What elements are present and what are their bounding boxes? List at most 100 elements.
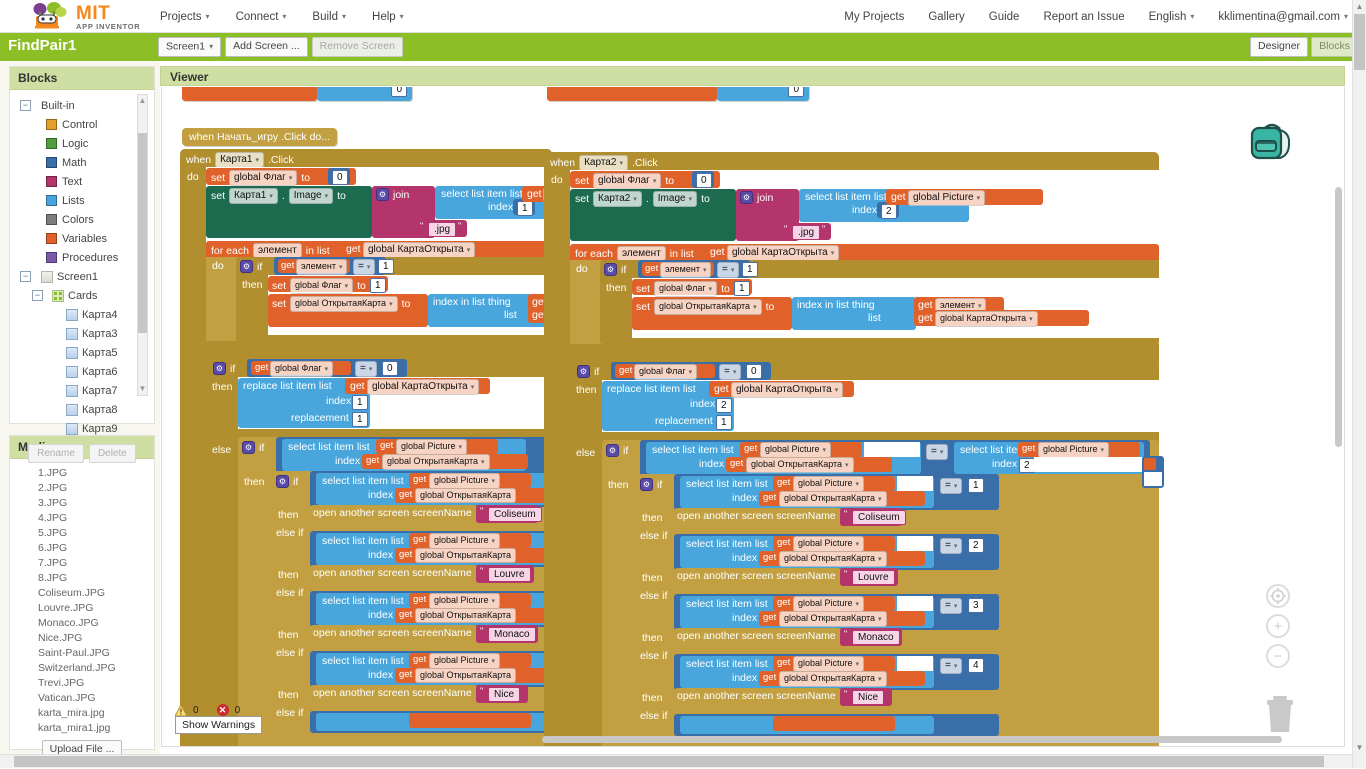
equality-operator-dropdown[interactable]: =▾ <box>717 262 739 278</box>
text-field-screen-name[interactable]: Nice <box>852 690 884 705</box>
tree-node-screen1[interactable]: − Screen1 <box>16 267 154 286</box>
scroll-down-icon[interactable]: ▼ <box>138 384 147 394</box>
equality-operator-dropdown[interactable]: =▾ <box>940 478 962 494</box>
scrollbar-thumb[interactable] <box>1354 14 1365 70</box>
remove-screen-button[interactable]: Remove Screen <box>312 37 403 57</box>
global-flag-dropdown[interactable]: global Флаг▾ <box>229 170 297 186</box>
block-initialize-global-stub-2[interactable] <box>547 87 717 101</box>
workspace-vertical-scrollbar[interactable] <box>1335 187 1342 447</box>
text-field-screen-name[interactable]: Monaco <box>488 627 536 642</box>
number-field[interactable]: 1 <box>352 395 368 410</box>
tree-node-builtin[interactable]: − Built-in <box>16 96 154 115</box>
global-otkrytayakarta-dropdown[interactable]: global ОткрытаяКарта <box>415 488 516 503</box>
global-flag-dropdown[interactable]: global Флаг▾ <box>270 361 333 377</box>
number-field[interactable]: 1 <box>517 201 533 216</box>
media-item[interactable]: karta_mira1.jpg <box>10 720 154 735</box>
global-picture-dropdown[interactable]: global Picture▾ <box>793 596 864 612</box>
equality-operator-dropdown[interactable]: =▾ <box>355 361 377 377</box>
global-picture-dropdown[interactable]: global Picture▾ <box>429 473 500 489</box>
designer-button[interactable]: Designer <box>1250 37 1308 57</box>
number-field[interactable]: 0 <box>788 87 804 97</box>
language-selector[interactable]: English▾ <box>1149 11 1195 23</box>
number-field[interactable]: 0 <box>391 87 407 97</box>
menu-item-projects[interactable]: Projects▾ <box>160 11 210 23</box>
number-field[interactable]: 1 <box>968 478 984 493</box>
number-field[interactable]: 1 <box>716 415 732 430</box>
block-get-global-picture-b5[interactable] <box>773 716 895 731</box>
backpack-icon[interactable] <box>1246 119 1298 167</box>
media-item[interactable]: 3.JPG <box>10 495 154 510</box>
text-field-jpg[interactable]: .jpg <box>428 222 456 237</box>
mutator-gear-icon[interactable]: ⚙ <box>604 263 617 276</box>
palette-item-colors[interactable]: Colors <box>16 210 154 229</box>
mutator-gear-icon[interactable]: ⚙ <box>213 362 226 375</box>
media-item[interactable]: 5.JPG <box>10 525 154 540</box>
media-item[interactable]: 2.JPG <box>10 480 154 495</box>
mutator-gear-icon[interactable]: ⚙ <box>276 475 289 488</box>
global-picture-dropdown[interactable]: global Picture▾ <box>793 656 864 672</box>
global-kartaotkryta-dropdown[interactable]: global КартаОткрыта▾ <box>727 245 839 261</box>
number-field[interactable]: 1 <box>370 278 386 293</box>
equality-operator-dropdown[interactable]: =▾ <box>353 259 375 275</box>
mit-app-inventor-logo[interactable]: MIT APP INVENTOR <box>28 2 140 32</box>
mutator-gear-icon[interactable]: ⚙ <box>577 365 590 378</box>
global-picture-dropdown[interactable]: global Picture▾ <box>429 593 500 609</box>
property-dropdown-image[interactable]: Image▾ <box>289 188 333 204</box>
number-field[interactable]: 1 <box>352 412 368 427</box>
menu-item-help[interactable]: Help▾ <box>372 11 404 23</box>
scroll-down-icon[interactable]: ▼ <box>1353 741 1366 754</box>
global-flag-dropdown[interactable]: global Флаг▾ <box>654 281 717 297</box>
number-field[interactable]: 0 <box>332 170 348 185</box>
palette-item-text[interactable]: Text <box>16 172 154 191</box>
equality-operator-dropdown[interactable]: =▾ <box>940 598 962 614</box>
tree-node-karta9[interactable]: Карта9 <box>16 419 154 438</box>
block-initialize-global-stub-1[interactable] <box>182 87 317 101</box>
scroll-up-icon[interactable]: ▲ <box>138 96 147 106</box>
component-dropdown-karta1[interactable]: Карта1▾ <box>215 152 264 168</box>
number-field[interactable]: 1 <box>734 281 750 296</box>
scrollbar-thumb[interactable] <box>138 133 147 333</box>
mutator-gear-icon[interactable]: ⚙ <box>740 191 753 204</box>
workspace-horizontal-scrollbar[interactable] <box>542 736 1282 743</box>
global-kartaotkryta-dropdown[interactable]: global КартаОткрыта▾ <box>935 311 1038 327</box>
menu-item-connect[interactable]: Connect▾ <box>236 11 287 23</box>
number-field[interactable]: 1 <box>378 259 394 274</box>
global-kartaotkryta-dropdown[interactable]: global КартаОткрыта▾ <box>731 382 843 398</box>
equality-operator-dropdown[interactable]: =▾ <box>719 364 741 380</box>
media-item[interactable]: Monaco.JPG <box>10 615 154 630</box>
palette-item-math[interactable]: Math <box>16 153 154 172</box>
tree-node-cards[interactable]: − Cards <box>16 286 154 305</box>
screen-selector[interactable]: Screen1▾ <box>158 37 221 57</box>
number-field[interactable]: 2 <box>716 398 732 413</box>
tree-node-karta8[interactable]: Карта8 <box>16 400 154 419</box>
number-field[interactable]: 1 <box>742 262 758 277</box>
palette-item-logic[interactable]: Logic <box>16 134 154 153</box>
block-get-global-picture-b5[interactable] <box>409 713 531 728</box>
scroll-up-icon[interactable]: ▲ <box>1353 0 1366 13</box>
global-picture-dropdown[interactable]: global Picture▾ <box>429 653 500 669</box>
element-variable-dropdown[interactable]: элемент▾ <box>296 259 347 275</box>
link-report-an-issue[interactable]: Report an Issue <box>1043 11 1124 23</box>
mutator-gear-icon[interactable]: ⚙ <box>640 478 653 491</box>
equality-operator-dropdown[interactable]: =▾ <box>926 444 948 460</box>
palette-item-variables[interactable]: Variables <box>16 229 154 248</box>
media-item[interactable]: 1.JPG <box>10 465 154 480</box>
block-when-karta1-click[interactable]: when Карта1▾ .Click do set global Флаг▾ … <box>180 149 552 747</box>
number-field[interactable]: 4 <box>968 658 984 673</box>
global-flag-dropdown[interactable]: global Флаг▾ <box>593 173 661 189</box>
mutator-gear-icon[interactable]: ⚙ <box>240 260 253 273</box>
global-picture-dropdown[interactable]: global Picture▾ <box>429 533 500 549</box>
palette-item-control[interactable]: Control <box>16 115 154 134</box>
property-dropdown-image[interactable]: Image▾ <box>653 191 697 207</box>
media-item[interactable]: 6.JPG <box>10 540 154 555</box>
component-dropdown-karta2[interactable]: Карта2▾ <box>579 155 628 171</box>
number-field[interactable]: 2 <box>881 204 897 219</box>
global-flag-dropdown[interactable]: global Флаг▾ <box>634 364 697 380</box>
block-when-karta2-click[interactable]: when Карта2▾ .Click do set global Флаг▾ … <box>544 152 1159 747</box>
block-collapsed-when-nachat-igru-click[interactable]: when Начать_игру .Click do... <box>182 128 337 146</box>
global-picture-dropdown[interactable]: global Picture▾ <box>1038 442 1109 458</box>
scrollbar-thumb[interactable] <box>14 756 1324 767</box>
tree-node-karta6[interactable]: Карта6 <box>16 362 154 381</box>
global-otkrytayakarta-dropdown[interactable]: global ОткрытаяКарта▾ <box>382 454 490 470</box>
loop-variable-field[interactable]: элемент <box>617 246 666 261</box>
